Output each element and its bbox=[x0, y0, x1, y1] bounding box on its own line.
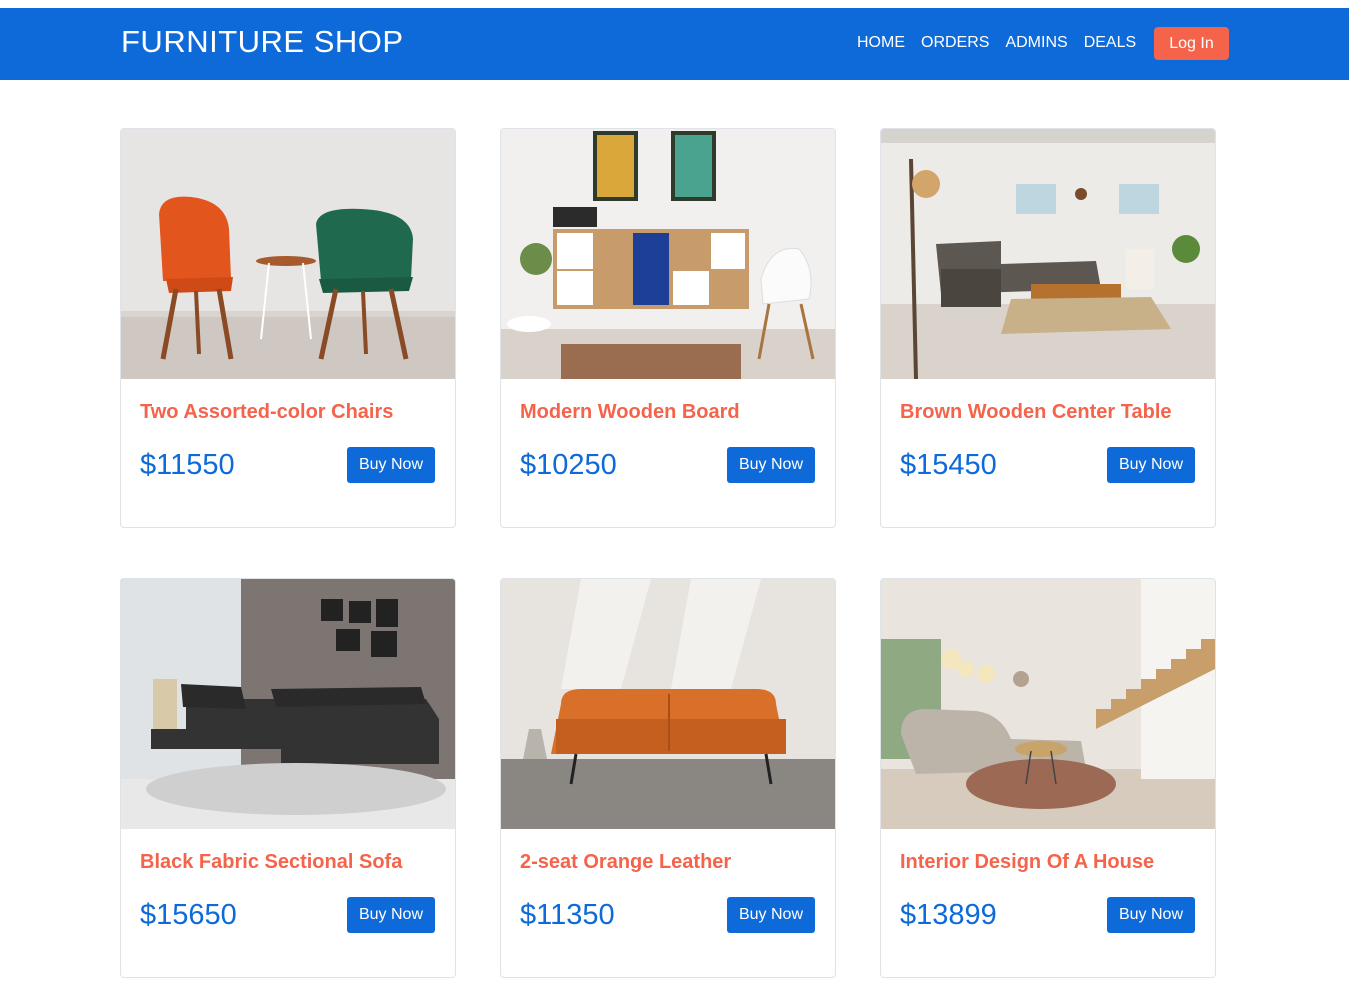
product-image[interactable] bbox=[501, 579, 835, 829]
product-title[interactable]: Black Fabric Sectional Sofa bbox=[140, 851, 402, 874]
product-card: Brown Wooden Center Table $15450 Buy Now bbox=[880, 128, 1216, 528]
nav-deals[interactable]: DEALS bbox=[1084, 34, 1136, 52]
product-price: $13899 bbox=[900, 899, 997, 931]
buy-now-button[interactable]: Buy Now bbox=[347, 447, 435, 483]
product-image[interactable] bbox=[501, 129, 835, 379]
product-title[interactable]: Modern Wooden Board bbox=[520, 401, 740, 424]
product-card: Two Assorted-color Chairs $11550 Buy Now bbox=[120, 128, 456, 528]
living-room-photo bbox=[881, 129, 1215, 379]
product-price: $11350 bbox=[520, 899, 615, 931]
house-interior-photo bbox=[881, 579, 1215, 829]
product-price: $15650 bbox=[140, 899, 237, 931]
product-card: 2-seat Orange Leather $11350 Buy Now bbox=[500, 578, 836, 978]
chairs-photo bbox=[121, 129, 455, 379]
brand-logo[interactable]: FURNITURE SHOP bbox=[121, 24, 404, 60]
orange-sofa-photo bbox=[501, 579, 835, 829]
product-card: Black Fabric Sectional Sofa $15650 Buy N… bbox=[120, 578, 456, 978]
buy-now-button[interactable]: Buy Now bbox=[347, 897, 435, 933]
product-price: $10250 bbox=[520, 449, 617, 481]
navbar: FURNITURE SHOP HOME ORDERS ADMINS DEALS … bbox=[0, 8, 1349, 80]
product-image[interactable] bbox=[881, 579, 1215, 829]
product-image[interactable] bbox=[121, 129, 455, 379]
product-card: Interior Design Of A House $13899 Buy No… bbox=[880, 578, 1216, 978]
sectional-sofa-photo bbox=[121, 579, 455, 829]
cabinet-photo bbox=[501, 129, 835, 379]
product-price: $11550 bbox=[140, 449, 235, 481]
product-title[interactable]: Brown Wooden Center Table bbox=[900, 401, 1172, 424]
buy-now-button[interactable]: Buy Now bbox=[1107, 447, 1195, 483]
nav-orders[interactable]: ORDERS bbox=[921, 34, 989, 52]
nav-admins[interactable]: ADMINS bbox=[1005, 34, 1067, 52]
product-card: Modern Wooden Board $10250 Buy Now bbox=[500, 128, 836, 528]
buy-now-button[interactable]: Buy Now bbox=[727, 897, 815, 933]
login-button[interactable]: Log In bbox=[1154, 27, 1229, 60]
product-title[interactable]: Interior Design Of A House bbox=[900, 851, 1154, 874]
product-image[interactable] bbox=[121, 579, 455, 829]
product-price: $15450 bbox=[900, 449, 997, 481]
product-title[interactable]: 2-seat Orange Leather bbox=[520, 851, 731, 874]
product-image[interactable] bbox=[881, 129, 1215, 379]
nav-home[interactable]: HOME bbox=[857, 34, 905, 52]
buy-now-button[interactable]: Buy Now bbox=[727, 447, 815, 483]
product-title[interactable]: Two Assorted-color Chairs bbox=[140, 401, 393, 424]
buy-now-button[interactable]: Buy Now bbox=[1107, 897, 1195, 933]
nav-links: HOME ORDERS ADMINS DEALS bbox=[857, 34, 1136, 52]
